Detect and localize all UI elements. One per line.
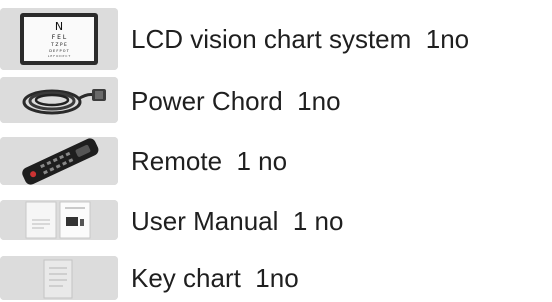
key-chart-icon — [0, 256, 118, 300]
list-item-key-chart: Key chart 1no — [0, 256, 552, 300]
item-label-user-manual: User Manual 1 no — [131, 206, 344, 236]
item-label-lcd-vision-chart: LCD vision chart system 1no — [131, 24, 470, 54]
item-label-key-chart: Key chart 1no — [131, 263, 299, 293]
list-item-remote: Remote 1 no — [0, 137, 552, 187]
remote-control-icon — [0, 137, 118, 185]
svg-text:T Z P E: T Z P E — [50, 42, 67, 48]
list-item-lcd-vision-chart: N F E L T Z P E D E F P O T L E F O D P … — [0, 8, 552, 72]
svg-text:N: N — [55, 20, 63, 33]
item-label-power-cord: Power Chord 1no — [131, 86, 341, 116]
list-item-power-cord: Power Chord 1no — [0, 77, 552, 125]
svg-text:L E F O D P C T: L E F O D P C T — [48, 54, 71, 58]
package-contents-list: N F E L T Z P E D E F P O T L E F O D P … — [0, 0, 552, 302]
manual-booklet-icon — [0, 200, 118, 240]
svg-text:D E F P O T: D E F P O T — [49, 49, 69, 53]
list-item-user-manual: User Manual 1 no — [0, 200, 552, 242]
item-label-remote: Remote 1 no — [131, 146, 288, 176]
lcd-monitor-icon: N F E L T Z P E D E F P O T L E F O D P … — [0, 8, 118, 70]
svg-text:F E L: F E L — [52, 34, 67, 41]
power-cord-icon — [0, 77, 118, 123]
